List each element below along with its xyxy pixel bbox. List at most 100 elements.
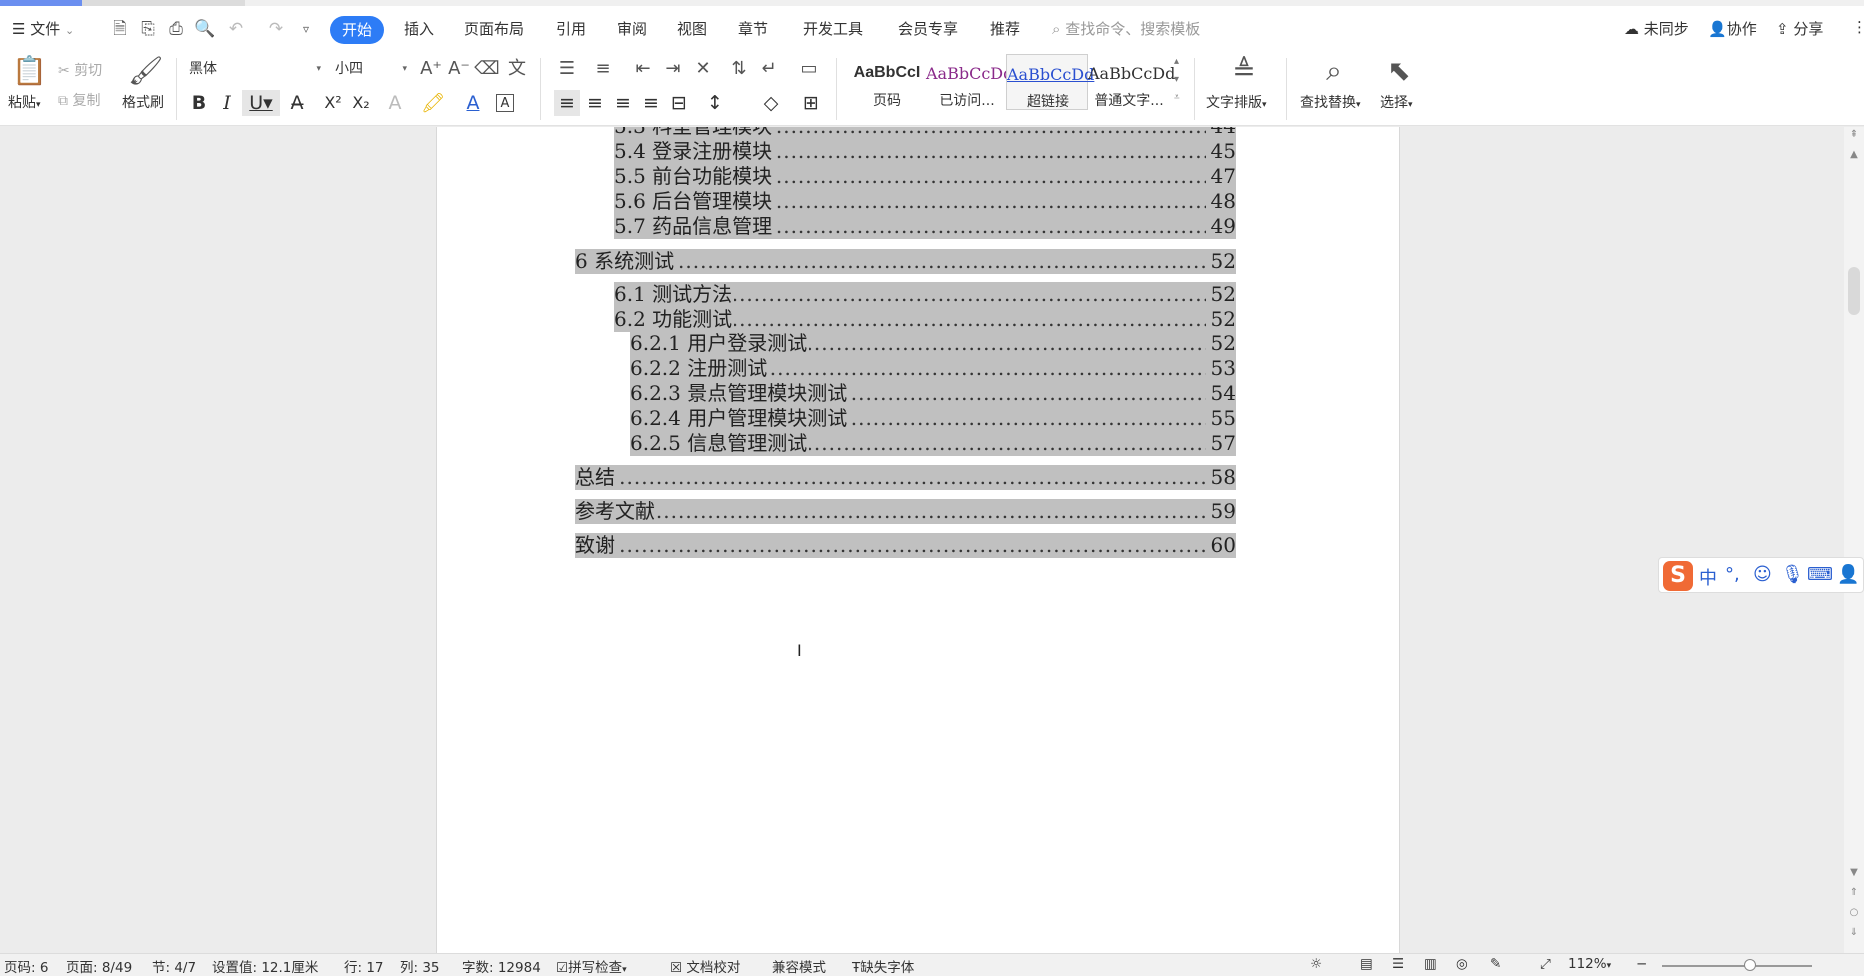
find-replace-button[interactable]: 查找替换▾ [1300,92,1361,112]
scroll-down-icon[interactable]: ▼ [1844,867,1864,878]
align-center-icon[interactable]: ≡ [582,90,608,116]
next-page-icon[interactable]: ⇓ [1844,927,1864,938]
command-search-input[interactable]: ⌕ 查找命令、搜索模板 [1052,18,1200,39]
highlight-icon[interactable]: 🖍 [420,90,446,116]
shading-icon[interactable]: ◇ [758,90,784,116]
font-color-icon[interactable]: A [460,90,486,116]
paste-icon[interactable]: 📋 [12,54,47,87]
text-layout-button[interactable]: 文字排版▾ [1206,92,1267,112]
zoom-out-icon[interactable]: − [1636,956,1647,972]
column-status[interactable]: 列: 35 [400,956,440,976]
char-border-icon[interactable]: A [496,94,514,112]
microphone-icon[interactable]: 🎙 [1781,564,1804,585]
toc-entry[interactable]: ........................................… [630,406,1236,431]
style-hyperlink[interactable]: AaBbCcDd 超链接 [1006,54,1094,110]
eye-protection-icon[interactable]: ☼ [1310,956,1322,972]
toc-entry[interactable]: ........................................… [614,214,1236,239]
tab-page-layout[interactable]: 页面布局 [464,18,524,39]
strikethrough-icon[interactable]: A̶ [284,90,310,116]
underline-icon[interactable]: U▾ [242,90,280,116]
page-number-status[interactable]: 页码: 6 [4,956,48,976]
numbered-list-icon[interactable]: ≡ [590,56,616,82]
zoom-slider-knob[interactable] [1744,959,1756,971]
ime-lang-indicator[interactable]: 中 [1699,564,1717,590]
borders-icon[interactable]: ⊞ [798,90,824,116]
vertical-scrollbar[interactable]: ⇞ ▲ ▼ ⇑ ○ ⇓ [1844,127,1864,953]
toc-entry[interactable]: ........................................… [630,381,1236,406]
scrollbar-thumb[interactable] [1848,267,1860,315]
scroll-up-icon[interactable]: ▲ [1844,149,1864,160]
sync-button[interactable]: ☁ 未同步 [1624,18,1689,39]
distribute-icon[interactable]: ⊟ [666,90,692,116]
word-count-status[interactable]: 字数: 12984 [462,956,541,976]
keyboard-icon[interactable]: ⌨ [1807,564,1833,585]
write-view-icon[interactable]: ✎ [1490,956,1501,972]
style-visited[interactable]: AaBbCcDd 已访问... [926,54,1013,110]
chinese-layout-icon[interactable]: ✕ [690,56,716,82]
subscript-icon[interactable]: X₂ [348,90,374,116]
text-effect-icon[interactable]: A [382,90,408,116]
style-normal-text[interactable]: AaBbCcDd 普通文字... [1088,54,1175,110]
file-menu[interactable]: ☰ 文件 ⌄ [12,18,74,39]
toc-entry[interactable]: ........................................… [575,533,1236,558]
save-icon[interactable]: 🗎 [110,18,130,40]
align-left-icon[interactable]: ≡ [554,90,580,116]
superscript-icon[interactable]: X² [320,90,346,116]
paste-button[interactable]: 粘贴▾ [8,92,41,112]
customize-quick-access-icon[interactable]: ▿ [296,18,316,40]
pointer-icon[interactable]: ⬉ [1384,54,1414,87]
zoom-level-select[interactable]: 112%▾ [1568,956,1611,972]
cut-button[interactable]: ✂ 剪切 [58,60,102,80]
page-view-icon[interactable]: ▤ [1360,956,1373,972]
fit-page-icon[interactable]: ⤢ [1540,956,1551,972]
toc-entry[interactable]: ........................................… [614,282,1236,307]
bold-icon[interactable]: B [186,90,212,116]
toc-entry[interactable]: ........................................… [630,331,1236,356]
toc-entry[interactable]: ........................................… [575,465,1236,490]
increase-indent-icon[interactable]: ⇥ [660,56,686,82]
clear-format-icon[interactable]: ⌫ [474,56,500,82]
collab-button[interactable]: 👤协作 [1708,18,1757,39]
share-button[interactable]: ⇪ 分享 [1776,18,1823,39]
missing-font-button[interactable]: Ŧ缺失字体 [852,956,914,976]
web-view-icon[interactable]: ◎ [1456,956,1468,972]
outline-view-icon[interactable]: ☰ [1392,956,1404,972]
read-view-icon[interactable]: ▥ [1424,956,1437,972]
align-right-icon[interactable]: ≡ [610,90,636,116]
toc-entry[interactable]: ........................................… [614,307,1236,332]
tab-recommend[interactable]: 推荐 [990,18,1020,39]
punctuation-icon[interactable]: °, [1725,564,1740,585]
toc-entry[interactable]: ........................................… [575,499,1236,524]
toc-entry[interactable]: ........................................… [630,356,1236,381]
ime-toolbar[interactable]: S 中 °, ☺ 🎙 ⌨ 👤 [1658,557,1864,593]
prev-page-icon[interactable]: ⇑ [1844,887,1864,898]
sort-icon[interactable]: ⇅ [726,56,752,82]
redo-icon[interactable]: ↷ [266,18,286,40]
tab-view[interactable]: 视图 [677,18,707,39]
style-scroll-up-icon[interactable]: ▴ [1174,56,1179,67]
toc-entry[interactable]: ........................................… [614,139,1236,164]
text-layout-icon[interactable]: ≜ [1226,54,1262,87]
browse-object-icon[interactable]: ○ [1844,907,1864,918]
phonetic-guide-icon[interactable]: 文 [504,56,530,82]
scroll-top-icon[interactable]: ⇞ [1844,129,1864,140]
magnifier-icon[interactable]: ⌕ [1316,54,1352,88]
grow-font-icon[interactable]: A⁺ [418,56,444,82]
style-scroll-down-icon[interactable]: ▾ [1174,74,1179,85]
page-count-status[interactable]: 页面: 8/49 [66,956,132,976]
show-marks-icon[interactable]: ↵ [756,56,782,82]
print-preview-icon[interactable]: 🔍 [194,18,215,40]
tab-insert[interactable]: 插入 [404,18,434,39]
bullet-list-icon[interactable]: ☰ [554,56,580,82]
tab-review[interactable]: 审阅 [617,18,647,39]
more-icon[interactable]: ⋮ [1852,18,1864,36]
copy-button[interactable]: ⧉ 复制 [58,90,100,110]
line-spacing-icon[interactable]: ↕ [702,90,728,116]
tab-member[interactable]: 会员专享 [898,18,958,39]
decrease-indent-icon[interactable]: ⇤ [630,56,656,82]
user-icon[interactable]: 👤 [1837,564,1859,585]
row-status[interactable]: 行: 17 [344,956,384,976]
export-pdf-icon[interactable]: ⎘ [138,18,158,40]
format-painter-button[interactable]: 格式刷 [122,92,164,112]
setting-value-status[interactable]: 设置值: 12.1厘米 [212,956,318,976]
